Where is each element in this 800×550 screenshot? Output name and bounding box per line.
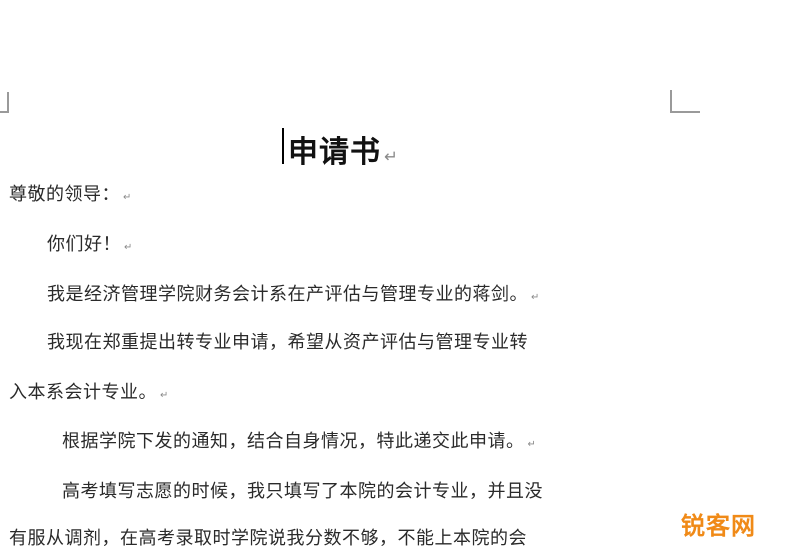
- paragraph-line[interactable]: 尊敬的领导： ↵: [9, 180, 132, 206]
- paragraph-line[interactable]: 根据学院下发的通知，结合自身情况，特此递交此申请。 ↵: [62, 427, 536, 453]
- paragraph-mark: ↵: [527, 439, 537, 450]
- paragraph-mark: ↵: [384, 147, 399, 166]
- paragraph-line[interactable]: 我现在郑重提出转专业申请，希望从资产评估与管理专业转: [47, 328, 528, 354]
- paragraph-line[interactable]: 高考填写志愿的时候，我只填写了本院的会计专业，并且没: [62, 477, 543, 503]
- margin-mark-top-right-horizontal: [670, 111, 700, 113]
- watermark-logo: 锐客网: [681, 512, 756, 540]
- paragraph-mark: ↵: [160, 390, 169, 401]
- text-cursor: [282, 128, 284, 164]
- margin-mark-top-left: [7, 92, 9, 112]
- document-title[interactable]: 申请书 ↵: [288, 127, 399, 171]
- margin-mark-top-left-horizontal: [0, 111, 9, 113]
- paragraph-mark: ↵: [531, 292, 540, 303]
- paragraph-line[interactable]: 入本系会计专业。 ↵: [9, 378, 169, 404]
- paragraph-mark: ↵: [124, 242, 133, 253]
- paragraph-line[interactable]: 我是经济管理学院财务会计系在产评估与管理专业的蒋剑。 ↵: [47, 280, 540, 306]
- document-page[interactable]: 申请书 ↵ 尊敬的领导： ↵ 你们好！ ↵ 我是经济管理学院财务会计系在产评估与管理专…: [0, 0, 800, 550]
- paragraph-mark: ↵: [123, 192, 132, 203]
- paragraph-line[interactable]: 有服从调剂，在高考录取时学院说我分数不够，不能上本院的会: [9, 524, 527, 550]
- margin-mark-top-right: [670, 90, 672, 112]
- document-title-text: 申请书: [288, 135, 381, 170]
- paragraph-line[interactable]: 你们好！ ↵: [47, 230, 133, 256]
